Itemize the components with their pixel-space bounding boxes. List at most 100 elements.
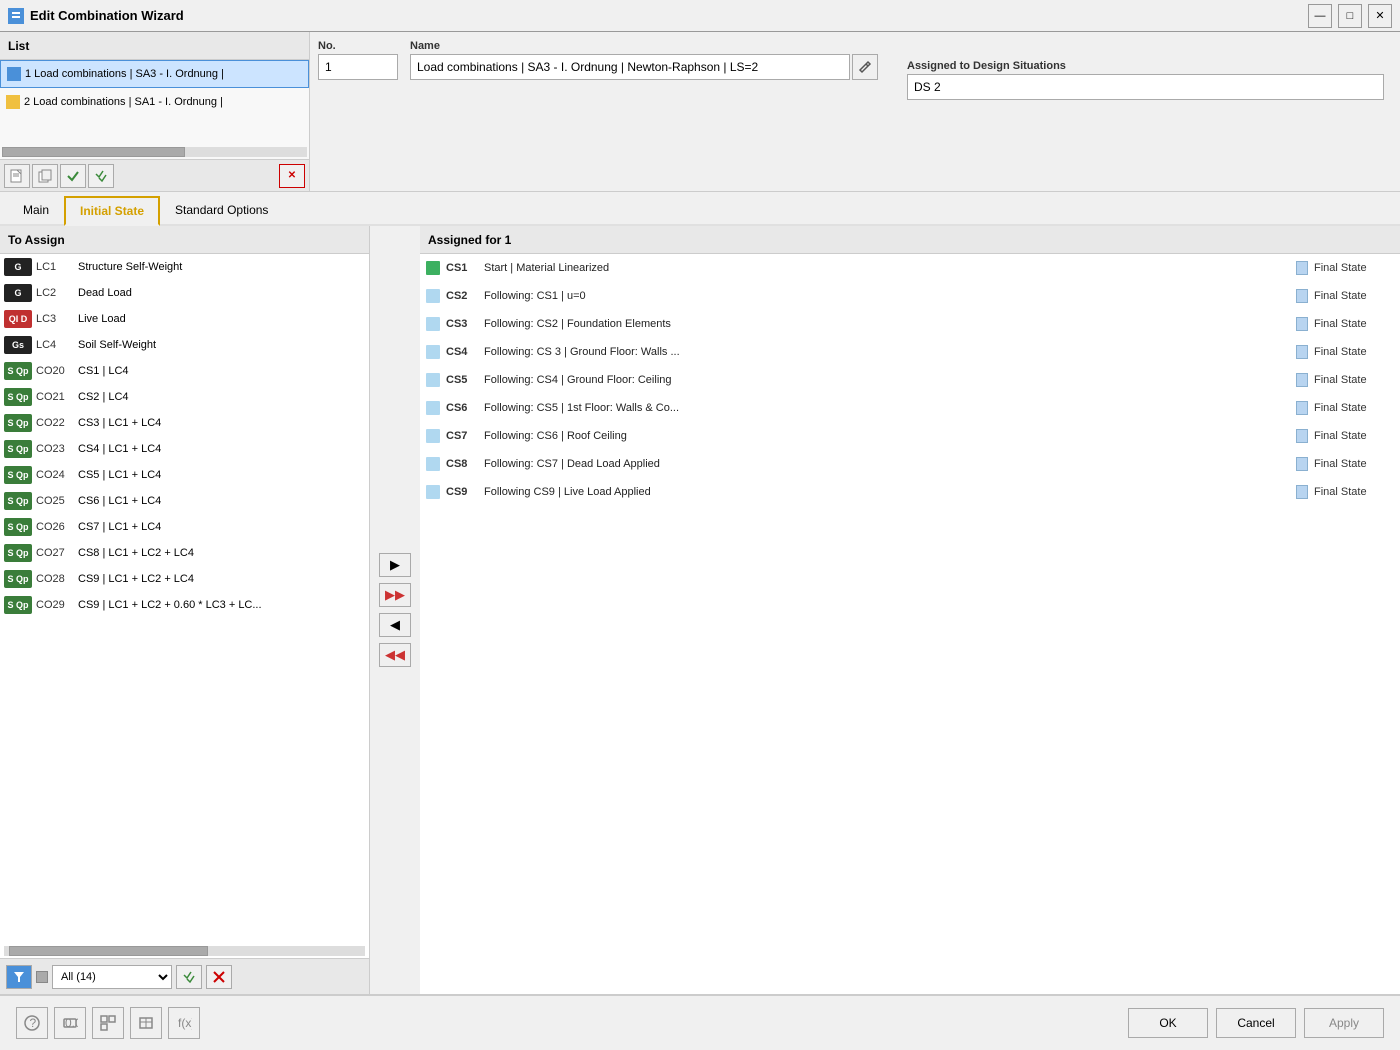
dialog-bottom: ? 0.00 f(x) OK Cancel Apply	[0, 994, 1400, 1050]
final-state-label: Final State	[1314, 430, 1394, 442]
cancel-button[interactable]: Cancel	[1216, 1008, 1296, 1038]
assign-code: CO21	[36, 391, 74, 403]
formula-button[interactable]: f(x)	[168, 1007, 200, 1039]
assign-scrollbar-thumb	[9, 946, 208, 956]
assign-row[interactable]: G LC1 Structure Self-Weight	[0, 254, 369, 280]
top-area: List 1 Load combinations | SA3 - I. Ordn…	[0, 32, 1400, 192]
assign-code: CO24	[36, 469, 74, 481]
assigned-row[interactable]: CS1 Start | Material Linearized Final St…	[420, 254, 1400, 282]
assign-tag: S Qp	[4, 466, 32, 484]
assign-tag: G	[4, 258, 32, 276]
filter-color-box	[36, 971, 48, 983]
final-state-label: Final State	[1314, 402, 1394, 414]
form-row: No. Name Assigned to Design Situations D…	[310, 32, 1400, 116]
assign-row[interactable]: S Qp CO29 CS9 | LC1 + LC2 + 0.60 * LC3 +…	[0, 592, 369, 618]
assign-tag: S Qp	[4, 518, 32, 536]
uncheck-all-assign-button[interactable]	[206, 965, 232, 989]
new-item-button[interactable]	[4, 164, 30, 188]
assign-row[interactable]: S Qp CO24 CS5 | LC1 + LC4	[0, 462, 369, 488]
svg-text:f(x): f(x)	[178, 1016, 192, 1030]
cs-code: CS5	[446, 374, 478, 386]
final-state-color-badge	[1296, 485, 1308, 499]
check-button[interactable]	[60, 164, 86, 188]
ok-button[interactable]: OK	[1128, 1008, 1208, 1038]
move-all-right-button[interactable]: ▶▶	[379, 583, 411, 607]
cs-code: CS8	[446, 458, 478, 470]
final-state-color-badge	[1296, 429, 1308, 443]
assigned-row[interactable]: CS8 Following: CS7 | Dead Load Applied F…	[420, 450, 1400, 478]
cs-color-badge	[426, 345, 440, 359]
assign-name: CS7 | LC1 + LC4	[78, 521, 365, 533]
cs-color-badge	[426, 373, 440, 387]
no-label: No.	[318, 40, 398, 52]
assign-row[interactable]: S Qp CO27 CS8 | LC1 + LC2 + LC4	[0, 540, 369, 566]
assigned-row[interactable]: CS4 Following: CS 3 | Ground Floor: Wall…	[420, 338, 1400, 366]
assign-row[interactable]: S Qp CO26 CS7 | LC1 + LC4	[0, 514, 369, 540]
tab-initial-state[interactable]: Initial State	[64, 196, 160, 226]
filter-select[interactable]: All (14) None Selected	[52, 965, 172, 989]
assigned-row[interactable]: CS7 Following: CS6 | Roof Ceiling Final …	[420, 422, 1400, 450]
final-state-label: Final State	[1314, 374, 1394, 386]
check-all-button[interactable]	[88, 164, 114, 188]
tab-main[interactable]: Main	[8, 196, 64, 224]
final-state-color-badge	[1296, 457, 1308, 471]
check-all-assign-button[interactable]	[176, 965, 202, 989]
assign-name: Soil Self-Weight	[78, 339, 365, 351]
cs-description: Following: CS 3 | Ground Floor: Walls ..…	[484, 346, 1290, 358]
cs-color-badge	[426, 401, 440, 415]
assign-row[interactable]: QI D LC3 Live Load	[0, 306, 369, 332]
assign-hscrollbar[interactable]	[4, 946, 365, 956]
apply-button[interactable]: Apply	[1304, 1008, 1384, 1038]
cs-description: Following: CS4 | Ground Floor: Ceiling	[484, 374, 1290, 386]
assign-tag: S Qp	[4, 414, 32, 432]
table-button[interactable]	[130, 1007, 162, 1039]
move-all-left-button[interactable]: ◀◀	[379, 643, 411, 667]
final-state-label: Final State	[1314, 458, 1394, 470]
assigned-row[interactable]: CS9 Following CS9 | Live Load Applied Fi…	[420, 478, 1400, 506]
assign-row[interactable]: G LC2 Dead Load	[0, 280, 369, 306]
assign-code: LC4	[36, 339, 74, 351]
assign-row[interactable]: S Qp CO20 CS1 | LC4	[0, 358, 369, 384]
final-state-color-badge	[1296, 401, 1308, 415]
assign-row[interactable]: S Qp CO28 CS9 | LC1 + LC2 + LC4	[0, 566, 369, 592]
move-left-button[interactable]: ◀	[379, 613, 411, 637]
units-button[interactable]: 0.00	[54, 1007, 86, 1039]
assigned-row[interactable]: CS2 Following: CS1 | u=0 Final State	[420, 282, 1400, 310]
cs-color-badge	[426, 261, 440, 275]
assigned-row[interactable]: CS6 Following: CS5 | 1st Floor: Walls & …	[420, 394, 1400, 422]
assign-row[interactable]: S Qp CO22 CS3 | LC1 + LC4	[0, 410, 369, 436]
main-content-area: To Assign G LC1 Structure Self-Weight G …	[0, 226, 1400, 994]
filter-button[interactable]	[6, 965, 32, 989]
maximize-button[interactable]: □	[1338, 4, 1362, 28]
assign-row[interactable]: S Qp CO23 CS4 | LC1 + LC4	[0, 436, 369, 462]
assign-name: CS5 | LC1 + LC4	[78, 469, 365, 481]
minimize-button[interactable]: —	[1308, 4, 1332, 28]
assign-row[interactable]: S Qp CO21 CS2 | LC4	[0, 384, 369, 410]
cs-description: Following CS9 | Live Load Applied	[484, 486, 1290, 498]
list-item[interactable]: 1 Load combinations | SA3 - I. Ordnung |	[0, 60, 309, 88]
assign-row[interactable]: Gs LC4 Soil Self-Weight	[0, 332, 369, 358]
assign-row[interactable]: S Qp CO25 CS6 | LC1 + LC4	[0, 488, 369, 514]
assign-code: CO23	[36, 443, 74, 455]
no-input[interactable]	[318, 54, 398, 80]
cs-color-badge	[426, 457, 440, 471]
list-scrollbar[interactable]	[2, 147, 307, 157]
help-button[interactable]: ?	[16, 1007, 48, 1039]
name-edit-button[interactable]	[852, 54, 878, 80]
cs-color-badge	[426, 429, 440, 443]
copy-button[interactable]	[32, 164, 58, 188]
tab-standard-options[interactable]: Standard Options	[160, 196, 283, 224]
delete-button[interactable]: ✕	[279, 164, 305, 188]
assigned-row[interactable]: CS5 Following: CS4 | Ground Floor: Ceili…	[420, 366, 1400, 394]
final-state-label: Final State	[1314, 290, 1394, 302]
bottom-left-toolbar: ? 0.00 f(x)	[16, 1007, 200, 1039]
cs-code: CS9	[446, 486, 478, 498]
assign-tag: S Qp	[4, 388, 32, 406]
assign-tag: S Qp	[4, 596, 32, 614]
view-button[interactable]	[92, 1007, 124, 1039]
list-item[interactable]: 2 Load combinations | SA1 - I. Ordnung |	[0, 88, 309, 116]
close-button[interactable]: ✕	[1368, 4, 1392, 28]
move-right-button[interactable]: ▶	[379, 553, 411, 577]
assigned-row[interactable]: CS3 Following: CS2 | Foundation Elements…	[420, 310, 1400, 338]
name-input[interactable]	[410, 54, 850, 80]
